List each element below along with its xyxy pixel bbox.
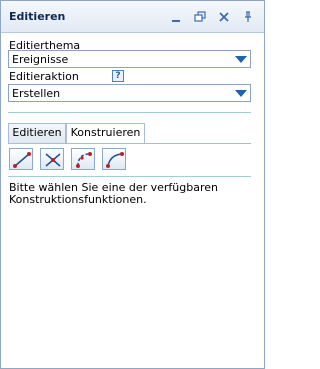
close-icon[interactable]: [217, 10, 231, 24]
action-label: Editieraktion: [9, 70, 79, 83]
tool-intersection[interactable]: [40, 148, 64, 170]
chevron-down-icon[interactable]: [235, 90, 247, 97]
arc-tangent-icon: [106, 152, 124, 168]
intersection-icon: [45, 153, 61, 167]
minimize-icon[interactable]: [169, 10, 183, 24]
arc-through-points-icon: [76, 152, 92, 168]
tool-arc-tangent[interactable]: [102, 148, 126, 170]
action-select-value: Erstellen: [12, 87, 61, 100]
divider: [8, 112, 251, 113]
hint-text: Bitte wählen Sie eine der verfügbaren Ko…: [9, 181, 218, 206]
edit-panel: Editieren Editierthema Ereignisse Editie…: [0, 0, 265, 369]
panel-title: Editieren: [9, 10, 66, 23]
theme-select[interactable]: Ereignisse: [8, 50, 251, 68]
action-select[interactable]: Erstellen: [8, 84, 251, 102]
restore-icon[interactable]: [193, 10, 207, 24]
divider: [8, 176, 251, 177]
line-segment-icon: [13, 152, 31, 168]
chevron-down-icon[interactable]: [235, 56, 247, 63]
tool-line-segment[interactable]: [9, 148, 33, 170]
theme-select-value: Ereignisse: [12, 53, 69, 66]
pin-icon[interactable]: [241, 10, 255, 24]
tool-arc-points[interactable]: [71, 148, 95, 170]
tab-divider: [8, 143, 251, 144]
title-bar: Editieren: [1, 1, 264, 33]
tab-editieren[interactable]: Editieren: [8, 123, 66, 143]
help-icon[interactable]: ?: [112, 70, 124, 82]
tab-konstruieren[interactable]: Konstruieren: [66, 123, 145, 144]
